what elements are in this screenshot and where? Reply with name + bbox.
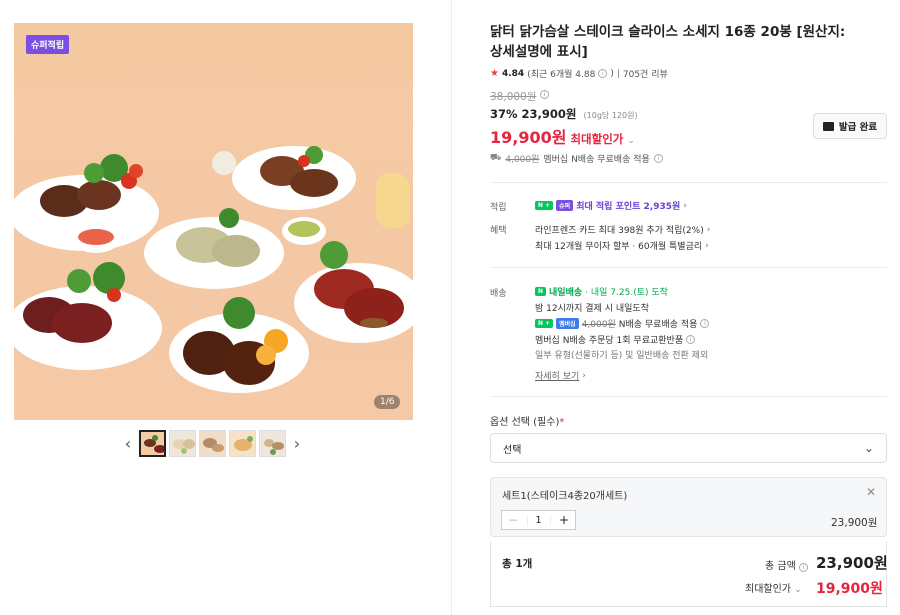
discount-percent: 37% bbox=[490, 107, 518, 121]
required-mark: * bbox=[559, 417, 565, 428]
more-link-row[interactable]: 자세히 보기 › bbox=[535, 369, 586, 383]
membership-strike-price: 4,000원 bbox=[505, 155, 540, 165]
final-price-label: 최대할인가 bbox=[570, 132, 624, 146]
chevron-right-icon: › bbox=[683, 200, 687, 211]
quantity-value[interactable]: 1 bbox=[526, 514, 551, 526]
coupon-button-label: 발급 완료 bbox=[838, 122, 878, 133]
original-price: 38,000원 bbox=[490, 91, 537, 103]
npay-icon: N + bbox=[535, 319, 554, 328]
perk-row-1[interactable]: 라인프렌즈 카드 최대 398원 추가 적립(2%) › bbox=[535, 223, 711, 237]
fee-row: N + 멤버십 4,000원 N배송 무료배송 적용 i bbox=[535, 317, 710, 330]
selected-option-price: 23,900원 bbox=[831, 517, 878, 529]
super-points-badge: 슈퍼적립 bbox=[26, 35, 70, 54]
fee-strike: 4,000원 bbox=[581, 320, 616, 330]
sale-price: 23,900원 bbox=[521, 107, 577, 121]
thumbnail-3[interactable] bbox=[199, 430, 226, 457]
delivery-row: N 내일배송 · 내일 7.25.(토) 도착 bbox=[535, 285, 668, 298]
next-arrow-icon[interactable]: › bbox=[289, 430, 305, 457]
membership-icon: 멤버십 bbox=[556, 318, 579, 329]
perk-2: 최대 12개월 무이자 할부 · 60개월 특별금리 bbox=[535, 242, 703, 252]
image-counter: 1/6 bbox=[374, 395, 401, 409]
separator: | bbox=[616, 68, 620, 79]
rating-score: 4.84 bbox=[501, 68, 525, 79]
cutoff-row: 밤 12시까지 결제 시 내일도착 bbox=[535, 301, 649, 314]
max-discount-price: 19,900원 bbox=[816, 581, 883, 597]
rating-row: ★ 4.84 (최근 6개월 4.88 i) | 705건 리뷰 bbox=[490, 67, 668, 80]
points-row[interactable]: N + 슈퍼 최대 적립 포인트 2,935원 › bbox=[535, 199, 687, 212]
final-price-row[interactable]: 19,900원 최대할인가 ⌄ bbox=[490, 124, 635, 148]
column-divider bbox=[451, 0, 452, 615]
points-label: 적립 bbox=[490, 203, 507, 213]
option-select[interactable]: 선택 ⌄ bbox=[490, 433, 887, 463]
coupon-issued-button[interactable]: 발급 완료 bbox=[813, 113, 887, 139]
chevron-right-icon: › bbox=[706, 224, 711, 235]
points-text: 최대 적립 포인트 2,935원 bbox=[576, 202, 681, 212]
chevron-down-icon: ⌄ bbox=[794, 585, 802, 595]
chevron-down-icon[interactable]: ⌄ bbox=[627, 136, 635, 146]
total-amount-label-text: 총 금액 bbox=[765, 561, 796, 572]
price-info-icon[interactable]: i bbox=[540, 90, 549, 99]
max-discount-label-text: 최대할인가 bbox=[745, 584, 791, 595]
coupon-icon bbox=[822, 121, 834, 131]
product-title: 닭터 닭가슴살 스테이크 슬라이스 소세지 16종 20봉 [원산지: 상세설명… bbox=[490, 24, 846, 60]
total-amount: 23,900원 bbox=[816, 554, 888, 572]
chevron-right-icon: › bbox=[582, 370, 586, 381]
truck-icon: ⛟ bbox=[490, 153, 502, 163]
thumbnail-strip: ‹ › bbox=[120, 430, 305, 457]
super-icon: 슈퍼 bbox=[556, 200, 574, 211]
info-icon[interactable]: i bbox=[598, 69, 608, 78]
thumbnail-5[interactable] bbox=[259, 430, 286, 457]
option-label-text: 옵션 선택 (필수) bbox=[490, 417, 560, 428]
discount-row: 37% 23,900원 (10g당 120원) bbox=[490, 106, 638, 122]
tomorrow-delivery-icon: N bbox=[535, 287, 547, 296]
info-icon[interactable]: i bbox=[700, 319, 710, 328]
membership-text: 멤버십 N배송 무료배송 적용 bbox=[543, 155, 650, 165]
plus-button[interactable]: + bbox=[553, 513, 575, 527]
divider bbox=[490, 396, 887, 397]
quantity-stepper[interactable]: − 1 + bbox=[501, 510, 576, 530]
exchange-row: 멤버십 N배송 주문당 1회 무료교환반품 i bbox=[535, 333, 696, 346]
perks-label: 혜택 bbox=[490, 226, 507, 236]
exclude-text: 일부 유형(선물하기 등) 및 일반배송 전환 제외 bbox=[535, 351, 709, 361]
chevron-right-icon: › bbox=[705, 240, 709, 251]
delivery-tag: 내일배송 bbox=[549, 288, 583, 298]
info-icon[interactable]: i bbox=[653, 154, 663, 163]
perk-row-2[interactable]: 최대 12개월 무이자 할부 · 60개월 특별금리 › bbox=[535, 239, 709, 253]
selected-option-name: 세트1(스테이크4종20개세트) bbox=[502, 491, 628, 502]
thumbnail-2[interactable] bbox=[169, 430, 196, 457]
fee-text: N배송 무료배송 적용 bbox=[618, 320, 698, 330]
more-link[interactable]: 자세히 보기 bbox=[535, 369, 579, 382]
thumbnail-1[interactable] bbox=[139, 430, 166, 457]
final-price: 19,900원 bbox=[490, 128, 567, 147]
npay-icon: N + bbox=[535, 201, 554, 210]
minus-button[interactable]: − bbox=[502, 513, 524, 527]
membership-shipping-row: ⛟ 4,000원 멤버십 N배송 무료배송 적용 i bbox=[490, 152, 663, 165]
thumbnail-4[interactable] bbox=[229, 430, 256, 457]
option-select-value: 선택 bbox=[503, 444, 522, 456]
divider bbox=[490, 267, 887, 268]
food-photo bbox=[14, 23, 413, 420]
rating-recent-close: ) bbox=[610, 68, 614, 79]
total-count: 총 1개 bbox=[502, 558, 533, 570]
option-label: 옵션 선택 (필수)* bbox=[490, 413, 564, 428]
rating-recent: (최근 6개월 4.88 bbox=[527, 70, 596, 80]
product-main-image[interactable] bbox=[14, 23, 413, 420]
max-discount-label[interactable]: 최대할인가 ⌄ bbox=[745, 580, 802, 595]
review-count-link[interactable]: 705건 리뷰 bbox=[623, 67, 668, 80]
star-icon: ★ bbox=[490, 68, 499, 79]
shipping-label: 배송 bbox=[490, 289, 507, 299]
unit-price: (10g당 120원) bbox=[583, 111, 638, 120]
info-icon[interactable]: i bbox=[686, 335, 696, 344]
close-icon[interactable]: ✕ bbox=[866, 485, 876, 499]
prev-arrow-icon[interactable]: ‹ bbox=[120, 430, 136, 457]
divider bbox=[490, 182, 887, 183]
chevron-down-icon: ⌄ bbox=[863, 441, 874, 455]
cutoff-text: 밤 12시까지 결제 시 내일도착 bbox=[535, 304, 649, 314]
perk-1: 라인프렌즈 카드 최대 398원 추가 적립(2%) bbox=[535, 226, 704, 236]
exclude-row: 일부 유형(선물하기 등) 및 일반배송 전환 제외 bbox=[535, 348, 708, 361]
total-amount-label: 총 금액 i bbox=[765, 557, 808, 572]
exchange-text: 멤버십 N배송 주문당 1회 무료교환반품 bbox=[535, 336, 684, 346]
delivery-arrival: · 내일 7.25.(토) 도착 bbox=[585, 288, 668, 298]
info-icon[interactable]: i bbox=[798, 563, 808, 572]
